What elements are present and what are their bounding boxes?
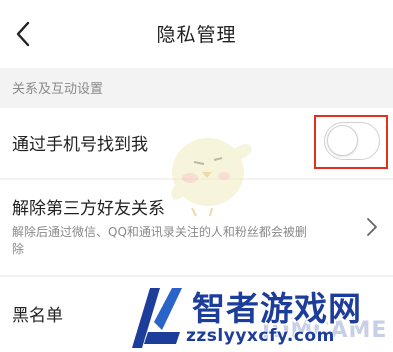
blacklist-label: 黑名单	[12, 306, 63, 326]
watermark-logo-text: 智者游戏网	[192, 289, 362, 328]
unlink-third-party-label: 解除第三方好友关系	[12, 199, 165, 219]
navigation-bar: 隐私管理	[0, 0, 393, 68]
site-logo-icon	[132, 288, 182, 348]
toggle-highlight-box	[314, 115, 388, 169]
page-title: 隐私管理	[156, 24, 237, 46]
mascot-watermark-icon	[171, 138, 252, 217]
watermark-url: zzslyyxcfy.com	[186, 326, 335, 346]
unlink-third-party-description: 解除后通过微信、QQ和通讯录关注的人和粉丝都会被删除	[12, 225, 307, 256]
find-by-phone-label: 通过手机号找到我	[12, 135, 148, 155]
section-title: 关系及互动设置	[12, 82, 104, 97]
chevron-right-icon	[367, 218, 377, 236]
